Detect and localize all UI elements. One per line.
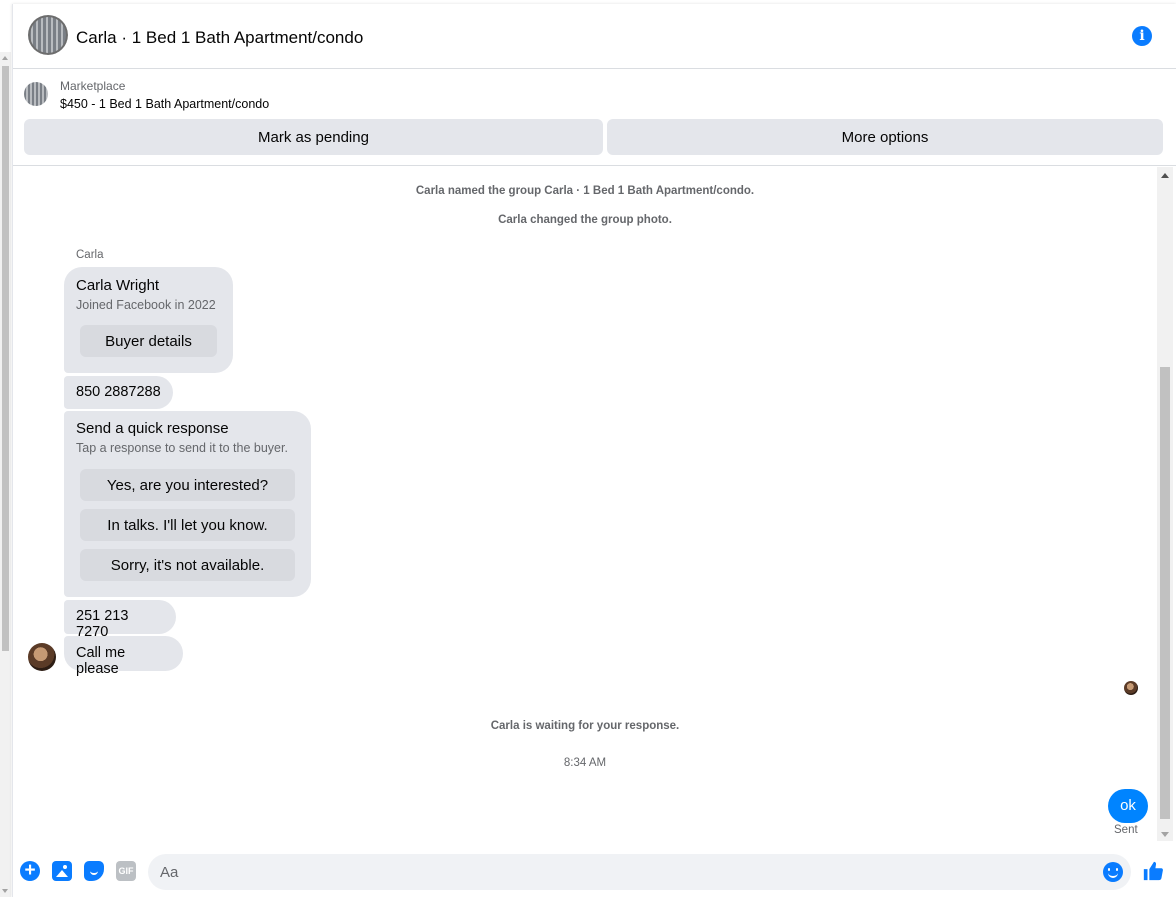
sender-name: Carla: [76, 249, 104, 261]
sticker-icon[interactable]: [84, 861, 104, 881]
system-message-named: Carla named the group Carla · 1 Bed 1 Ba…: [415, 185, 755, 197]
mark-as-pending-button[interactable]: Mark as pending: [24, 119, 603, 155]
message-bubble[interactable]: Call me please: [64, 636, 183, 677]
chat-window: Carla · 1 Bed 1 Bath Apartment/condo i M…: [12, 4, 1176, 897]
outgoing-message-bubble[interactable]: ok: [1108, 789, 1148, 823]
thumbs-up-icon[interactable]: [1142, 860, 1164, 882]
conversation-scrollbar-thumb[interactable]: [1160, 367, 1170, 819]
system-message-photo: Carla changed the group photo.: [498, 214, 672, 226]
message-bubble[interactable]: 251 213 7270: [64, 600, 176, 640]
quick-response-yes-button[interactable]: Yes, are you interested?: [80, 469, 295, 501]
quick-response-card: Send a quick response Tap a response to …: [64, 411, 311, 597]
emoji-icon[interactable]: [1103, 862, 1123, 882]
scroll-down-arrow-icon[interactable]: [2, 889, 8, 893]
conversation-scrollbar[interactable]: [1157, 167, 1173, 841]
buyer-details-button[interactable]: Buyer details: [80, 325, 217, 357]
quick-response-in-talks-button[interactable]: In talks. I'll let you know.: [80, 509, 295, 541]
page-scrollbar-thumb[interactable]: [2, 66, 9, 651]
page: Carla · 1 Bed 1 Bath Apartment/condo i M…: [0, 0, 1176, 897]
group-avatar[interactable]: [28, 15, 68, 55]
message-input[interactable]: [148, 854, 1131, 890]
more-options-button[interactable]: More options: [607, 119, 1163, 155]
delivery-status: Sent: [1114, 824, 1138, 836]
message-composer: + GIF: [13, 847, 1176, 897]
quick-response-subtitle: Tap a response to send it to the buyer.: [76, 441, 288, 455]
waiting-notice: Carla is waiting for your response.: [490, 720, 680, 732]
listing-title[interactable]: $450 - 1 Bed 1 Bath Apartment/condo: [60, 97, 269, 111]
message-timestamp: 8:34 AM: [563, 757, 607, 769]
gif-icon[interactable]: GIF: [116, 861, 136, 881]
info-icon[interactable]: i: [1132, 26, 1152, 46]
plus-icon[interactable]: +: [20, 861, 40, 881]
quick-response-not-available-button[interactable]: Sorry, it's not available.: [80, 549, 295, 581]
buyer-joined: Joined Facebook in 2022: [76, 298, 216, 312]
sender-avatar[interactable]: [28, 643, 56, 671]
listing-thumbnail[interactable]: [24, 82, 48, 106]
scroll-up-arrow-icon[interactable]: [1161, 173, 1169, 178]
buyer-profile-card: Carla Wright Joined Facebook in 2022 Buy…: [64, 267, 233, 373]
marketplace-panel: Marketplace $450 - 1 Bed 1 Bath Apartmen…: [13, 69, 1176, 166]
marketplace-label: Marketplace: [60, 79, 126, 93]
chat-title[interactable]: Carla · 1 Bed 1 Bath Apartment/condo: [76, 28, 363, 48]
page-scrollbar[interactable]: [0, 52, 11, 897]
chat-header: Carla · 1 Bed 1 Bath Apartment/condo i: [13, 4, 1176, 69]
read-receipt-avatar: [1124, 681, 1138, 695]
quick-response-title: Send a quick response: [76, 420, 229, 437]
buyer-name: Carla Wright: [76, 277, 160, 294]
scroll-down-arrow-icon[interactable]: [1161, 832, 1169, 837]
message-bubble[interactable]: 850 2887288: [64, 376, 173, 409]
scroll-up-arrow-icon[interactable]: [2, 56, 8, 60]
photo-icon[interactable]: [52, 861, 72, 881]
